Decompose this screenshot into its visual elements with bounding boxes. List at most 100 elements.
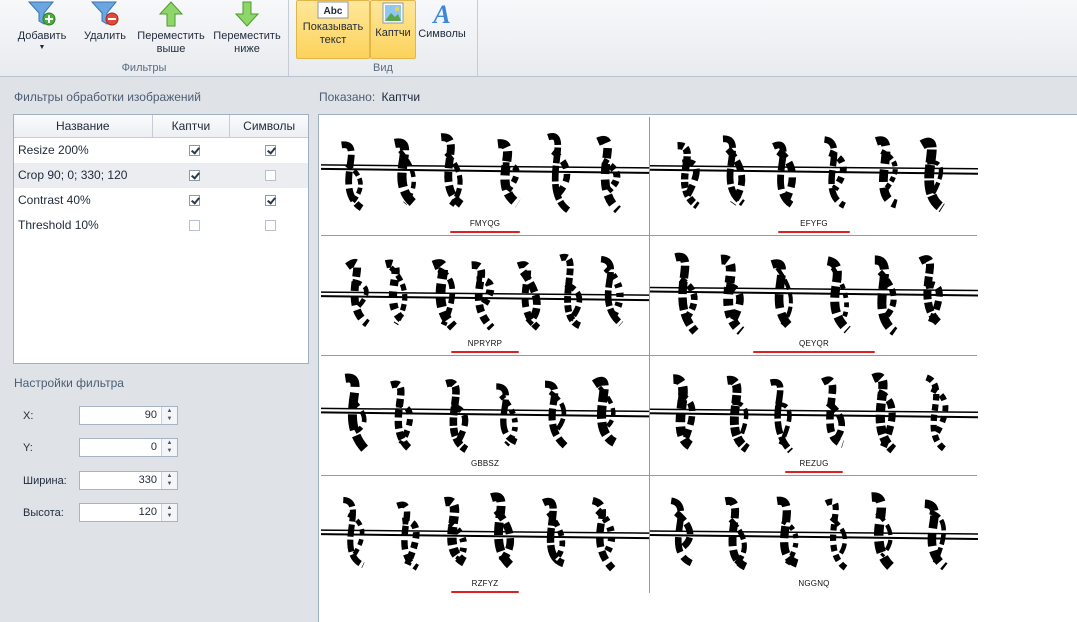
view-group-label: Вид <box>373 62 393 74</box>
captcha-image <box>650 492 978 572</box>
arrow-down-icon <box>234 1 260 27</box>
svg-text:Abc: Abc <box>324 6 343 17</box>
move-up-button[interactable]: Переместить выше <box>134 0 208 56</box>
gallery-horizontal-divider <box>321 235 977 236</box>
show-text-button[interactable]: Abc Показывать текст <box>296 0 370 59</box>
settings-panel-title: Настройки фильтра <box>14 376 124 390</box>
table-row-selected[interactable]: Crop 90; 0; 330; 120 <box>14 163 308 188</box>
captcha-image <box>321 253 649 331</box>
captcha-view-button[interactable]: Каптчи <box>370 0 416 59</box>
table-header: Название Каптчи Символы <box>14 115 308 138</box>
filters-table: Название Каптчи Символы Resize 200% Crop… <box>13 114 309 364</box>
height-value: 120 <box>138 506 157 518</box>
move-down-button[interactable]: Переместить ниже <box>210 0 284 56</box>
shown-value: Каптчи <box>381 90 421 104</box>
captcha-image <box>650 252 978 336</box>
spin-down-icon[interactable]: ▼ <box>162 415 177 423</box>
funnel-remove-icon <box>90 1 119 26</box>
red-underline-annotation <box>451 591 519 593</box>
symbols-checkbox[interactable] <box>265 195 276 207</box>
spin-down-icon[interactable]: ▼ <box>162 447 177 455</box>
spin-down-icon[interactable]: ▼ <box>162 512 177 520</box>
view-group: Abc Показывать текст Каптчи A Символы Ви… <box>289 0 478 76</box>
captcha-tile[interactable]: QEYQR <box>650 237 978 355</box>
column-header-symbols[interactable]: Символы <box>230 115 308 137</box>
symbols-view-label: Символы <box>418 28 466 40</box>
filter-name: Threshold 10% <box>18 218 99 232</box>
spin-up-icon[interactable]: ▲ <box>162 407 177 415</box>
picture-icon <box>382 2 404 24</box>
red-underline-annotation <box>753 351 875 353</box>
captcha-view-label: Каптчи <box>375 27 411 39</box>
symbols-checkbox[interactable] <box>265 145 276 157</box>
table-row[interactable]: Resize 200% <box>14 138 308 163</box>
gallery-horizontal-divider <box>321 355 977 356</box>
letter-a-icon: A <box>431 0 450 26</box>
captcha-text: NGGNQ <box>798 579 830 588</box>
remove-filter-label: Удалить <box>84 30 126 42</box>
remove-filter-button[interactable]: Удалить <box>78 0 132 43</box>
captcha-tile[interactable]: EFYFG <box>650 117 978 235</box>
add-filter-button[interactable]: Добавить ▼ <box>8 0 76 52</box>
filter-name: Contrast 40% <box>18 193 91 207</box>
height-label: Высота: <box>23 507 64 519</box>
captcha-tile[interactable]: FMYQG <box>321 117 649 235</box>
y-spin-input[interactable]: 0 ▲ ▼ <box>79 438 178 457</box>
gallery-horizontal-divider <box>321 475 977 476</box>
red-underline-annotation <box>785 471 843 473</box>
symbols-view-button[interactable]: A Символы <box>416 0 468 41</box>
captcha-text: RZFYZ <box>471 579 499 588</box>
x-value: 90 <box>144 409 157 421</box>
captcha-tile[interactable]: GBBSZ <box>321 357 649 475</box>
x-label: X: <box>23 410 34 422</box>
height-spin-input[interactable]: 120 ▲ ▼ <box>79 503 178 522</box>
captcha-tile[interactable]: REZUG <box>650 357 978 475</box>
captcha-tile[interactable]: NGGNQ <box>650 477 978 595</box>
filters-panel-title: Фильтры обработки изображений <box>14 90 201 104</box>
spin-up-icon[interactable]: ▲ <box>162 439 177 447</box>
symbols-checkbox[interactable] <box>265 220 276 232</box>
column-header-name[interactable]: Название <box>14 115 153 137</box>
captcha-checkbox[interactable] <box>189 195 200 207</box>
spin-down-icon[interactable]: ▼ <box>162 480 177 488</box>
captcha-checkbox[interactable] <box>189 170 200 182</box>
table-row[interactable]: Contrast 40% <box>14 188 308 213</box>
captcha-tile[interactable]: RZFYZ <box>321 477 649 595</box>
captcha-text: EFYFG <box>800 219 828 228</box>
captcha-image <box>650 135 978 213</box>
width-spin-input[interactable]: 330 ▲ ▼ <box>79 471 178 490</box>
captcha-image <box>321 133 649 214</box>
y-value: 0 <box>150 441 157 453</box>
captcha-image <box>321 373 649 453</box>
spin-up-icon[interactable]: ▲ <box>162 472 177 480</box>
svg-text:A: A <box>431 0 450 26</box>
captcha-checkbox[interactable] <box>189 220 200 232</box>
ribbon-toolbar: Добавить ▼ Удалить Переместить выше Пере… <box>0 0 1077 77</box>
captcha-text: GBBSZ <box>470 459 500 468</box>
symbols-checkbox[interactable] <box>265 170 276 182</box>
dropdown-arrow-icon: ▼ <box>38 44 46 51</box>
x-spin-input[interactable]: 90 ▲ ▼ <box>79 406 178 425</box>
filter-name: Crop 90; 0; 330; 120 <box>18 168 128 182</box>
spin-up-icon[interactable]: ▲ <box>162 504 177 512</box>
width-value: 330 <box>138 474 157 486</box>
filters-group: Добавить ▼ Удалить Переместить выше Пере… <box>0 0 289 76</box>
shown-label: Показано: <box>319 90 376 104</box>
add-filter-label: Добавить <box>17 30 67 42</box>
move-up-label: Переместить выше <box>137 30 205 55</box>
captcha-text: FMYQG <box>469 219 501 228</box>
column-header-captcha[interactable]: Каптчи <box>153 115 231 137</box>
show-text-label: Показывать текст <box>302 21 364 46</box>
captcha-text: QEYQR <box>799 339 829 348</box>
red-underline-annotation <box>778 231 850 233</box>
abc-text-icon: Abc <box>317 1 349 19</box>
captcha-tile[interactable]: NPRYRP <box>321 237 649 355</box>
shown-indicator: Показано: Каптчи <box>319 90 420 104</box>
captcha-image <box>650 372 978 454</box>
red-underline-annotation <box>450 231 520 233</box>
y-label: Y: <box>23 442 33 454</box>
filters-group-label: Фильтры <box>121 62 167 74</box>
table-row[interactable]: Threshold 10% <box>14 213 308 238</box>
captcha-checkbox[interactable] <box>189 145 200 157</box>
captcha-gallery: FMYQG EFYFG NPRYRP QEYQR GBBSZ REZUG RZFYZ NGGN… <box>318 114 1077 622</box>
